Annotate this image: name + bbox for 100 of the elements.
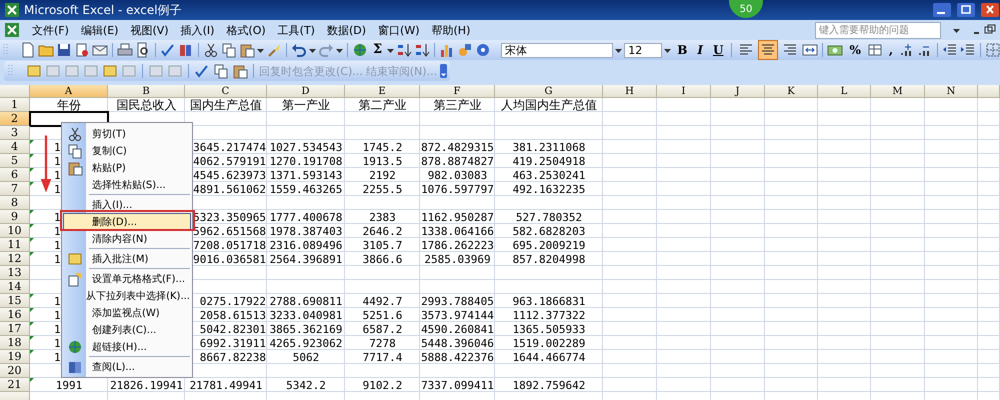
context-menu-item[interactable]: 清除内容(N) [63,230,191,247]
row-header[interactable]: 15 [0,294,30,308]
row-header[interactable]: 14 [0,280,30,294]
copy-icon[interactable] [221,42,237,58]
percent-button[interactable]: % [845,41,865,59]
row-header[interactable]: 7 [0,182,30,196]
merge-center-icon[interactable] [802,42,818,58]
format-button[interactable]: U [708,41,728,59]
column-header[interactable]: E [345,85,420,98]
checkmark-icon[interactable] [160,42,176,58]
row-header[interactable]: 9 [0,210,30,224]
column-header[interactable]: M [871,85,925,98]
column-header[interactable]: D [267,85,345,98]
column-header[interactable]: J [711,85,765,98]
column-header[interactable]: I [657,85,711,98]
save-icon[interactable] [56,42,72,58]
row-header[interactable]: 10 [0,224,30,238]
row-header[interactable]: 13 [0,266,30,280]
column-header[interactable]: A [30,85,108,98]
paste-icon[interactable] [232,63,248,79]
context-menu-item[interactable]: 创建列表(C)... [63,321,191,338]
spreadsheet-icon[interactable] [4,22,20,38]
row-header[interactable]: 16 [0,308,30,322]
menu-item[interactable]: 工具(T) [278,22,315,38]
row-header[interactable]: 19 [0,350,30,364]
context-menu-item[interactable]: 插入(I)... [63,196,191,213]
table-cell: 21781.49941 [190,378,262,392]
comma-button[interactable]: , [884,41,898,59]
row-header[interactable]: 18 [0,336,30,350]
table-cell: 2383 [369,210,396,224]
context-menu-item[interactable]: 设置单元格格式(F)... [63,270,191,287]
cut-icon[interactable] [203,42,219,58]
checkmark-icon[interactable] [194,63,210,79]
menu-item[interactable]: 帮助(H) [432,22,470,38]
sort-descending-icon[interactable] [414,42,430,58]
font-name-field[interactable]: 宋体 [501,42,614,58]
row-header[interactable]: 11 [0,238,30,252]
column-header[interactable]: K [765,85,818,98]
borders-icon[interactable] [985,42,1000,58]
context-menu-item[interactable]: 复制(C) [63,142,191,159]
context-menu-item[interactable]: 粘贴(P) [63,159,191,176]
context-menu-item[interactable]: 选择性粘贴(S)... [63,176,191,193]
paste-icon[interactable] [239,42,255,58]
close-button[interactable] [980,2,1000,18]
menu-item[interactable]: 插入(I) [180,22,214,38]
format-button[interactable]: I [693,41,707,59]
context-menu-item[interactable]: 查阅(L)... [63,358,191,375]
row-header[interactable]: 20 [0,364,30,378]
help-icon[interactable] [475,42,492,58]
row-header[interactable]: 3 [0,126,30,140]
context-menu-item[interactable]: 添加监视点(W) [63,304,191,321]
column-header[interactable]: B [108,85,185,98]
align-center-button[interactable] [758,40,778,60]
row-header[interactable]: 2 [0,112,30,126]
menu-item[interactable]: 编辑(E) [80,22,118,38]
context-menu-item[interactable]: 超链接(H)... [63,338,191,355]
toolbar-options-icon[interactable] [440,63,448,79]
menu-item[interactable]: 窗口(W) [378,22,420,38]
row-header[interactable]: 17 [0,322,30,336]
row-header[interactable]: 12 [0,252,30,266]
autosum-button[interactable]: Σ [370,42,386,58]
format-button[interactable]: B [673,41,692,59]
help-search-field[interactable]: 键入需要帮助的问题 [815,22,941,38]
window-title: Microsoft Excel - excel例子 [24,2,182,18]
shapes-icon[interactable] [457,42,474,58]
undo-icon[interactable] [291,42,307,58]
globe-icon[interactable] [352,42,368,58]
column-header[interactable]: L [818,85,871,98]
minimize-button[interactable] [932,2,952,18]
menu-item[interactable]: 数据(D) [326,22,366,38]
font-size-field[interactable]: 12 [624,42,662,58]
menu-item[interactable]: 文件(F) [32,22,69,38]
column-header[interactable]: F [420,85,495,98]
table-icon[interactable] [866,42,883,58]
menu-item[interactable]: 视图(V) [130,22,169,38]
menu-item[interactable]: 格式(O) [226,22,266,38]
copy-icon[interactable] [213,63,229,79]
comment-icon[interactable] [102,63,118,79]
row-header[interactable]: 5 [0,154,30,168]
column-header[interactable]: G [495,85,603,98]
column-header[interactable]: H [603,85,657,98]
comment-icon[interactable] [26,63,42,79]
row-header[interactable]: 1 [0,98,30,112]
column-header[interactable]: C [185,85,267,98]
maximize-button[interactable] [956,2,976,18]
row-header[interactable]: 8 [0,196,30,210]
context-menu-item[interactable]: 从下拉列表中选择(K)... [63,287,191,304]
column-header[interactable]: N [925,85,978,98]
table-cell: 9016.036581 [193,252,266,266]
new-document-icon[interactable] [20,42,36,58]
books-icon[interactable] [178,42,194,58]
row-header[interactable]: 21 [0,378,30,392]
print-icon[interactable] [117,42,133,58]
sort-ascending-icon[interactable] [396,42,412,58]
context-menu-item[interactable]: 插入批注(M) [63,250,191,267]
row-header[interactable]: 4 [0,140,30,154]
context-menu-item[interactable]: 剪切(T) [63,125,191,142]
permission-icon[interactable] [74,42,90,58]
context-menu-item[interactable]: 删除(D)... [63,213,191,230]
row-header[interactable]: 6 [0,168,30,182]
